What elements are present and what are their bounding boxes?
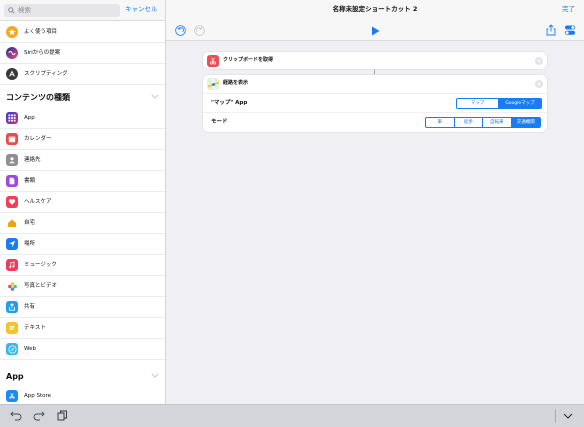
segment-google-maps[interactable]: Googleマップ: [499, 99, 541, 108]
sidebar-item-music[interactable]: ミュージック: [0, 255, 165, 276]
sidebar-item-location[interactable]: 場所: [0, 234, 165, 255]
sidebar-item-label: 連絡先: [24, 157, 41, 163]
sidebar-item-app[interactable]: App: [0, 108, 165, 129]
document-icon: [6, 175, 18, 187]
scripting-icon: [6, 68, 18, 80]
sidebar-item-app-store[interactable]: App Store: [0, 386, 165, 404]
sidebar-item-photos[interactable]: 写真とビデオ: [0, 276, 165, 297]
action-header: 経路を表示: [203, 75, 547, 92]
action-header: クリップボードを取得: [203, 52, 547, 69]
shortcut-title[interactable]: 名称未設定ショートカット 2: [166, 5, 584, 13]
mode-segmented-control: 車 徒歩 自転車 交通機関: [425, 117, 541, 128]
section-title: コンテンツの種類: [6, 93, 70, 102]
sidebar-item-contacts[interactable]: 連絡先: [0, 150, 165, 171]
chevron-down-icon: [151, 373, 159, 378]
segment-transit[interactable]: 交通機関: [511, 118, 540, 127]
sidebar-item-scripting[interactable]: スクリプティング: [0, 64, 165, 85]
action-connector: [374, 69, 375, 74]
sidebar-item-calendar[interactable]: カレンダー: [0, 129, 165, 150]
photos-icon: [6, 280, 18, 292]
scissors-icon: [207, 55, 219, 67]
cancel-button[interactable]: キャンセル: [125, 5, 158, 13]
content-types-section-header[interactable]: コンテンツの種類: [0, 86, 165, 108]
sidebar-item-home[interactable]: 自宅: [0, 213, 165, 234]
sidebar-item-siri-suggestions[interactable]: Siriからの提案: [0, 43, 165, 64]
sidebar-item-label: 共有: [24, 304, 36, 310]
action-show-directions[interactable]: 経路を表示 "マップ" App マップ Googleマップ モード 車 徒歩 自…: [203, 75, 547, 132]
calendar-icon: [6, 133, 18, 145]
parameter-label: "マップ" App: [211, 100, 248, 106]
app-section-header[interactable]: App: [0, 365, 165, 387]
star-icon: [6, 26, 18, 38]
sidebar-item-label: よく使う項目: [24, 29, 58, 35]
segment-bicycle[interactable]: 自転車: [483, 118, 512, 127]
sidebar-item-health[interactable]: ヘルスケア: [0, 192, 165, 213]
sidebar-item-documents[interactable]: 書類: [0, 171, 165, 192]
undo-icon[interactable]: [10, 410, 22, 421]
keyboard-shortcut-bar: [0, 404, 584, 427]
sidebar-item-label: Siriからの提案: [24, 50, 61, 56]
share-icon[interactable]: [546, 24, 556, 36]
location-icon: [6, 238, 18, 250]
close-icon[interactable]: [535, 56, 543, 65]
heart-icon: [6, 196, 18, 208]
app-store-icon: [6, 390, 18, 402]
redo-icon[interactable]: [33, 410, 45, 421]
settings-toggles-icon[interactable]: [564, 24, 576, 36]
mode-parameter: モード 車 徒歩 自転車 交通機関: [203, 112, 547, 131]
music-icon: [6, 259, 18, 271]
chevron-down-icon: [151, 94, 159, 99]
divider: [555, 409, 556, 423]
play-icon[interactable]: [370, 25, 380, 36]
sidebar-item-label: Web: [24, 346, 36, 352]
search-input[interactable]: 検索: [4, 4, 120, 17]
done-button[interactable]: 完了: [562, 5, 575, 13]
undo-icon[interactable]: [175, 25, 186, 36]
sidebar-item-label: ミュージック: [24, 262, 57, 268]
app-grid-icon: [6, 112, 18, 124]
segment-walk[interactable]: 徒歩: [455, 118, 483, 127]
sidebar-item-label: App: [24, 115, 35, 121]
sidebar-item-label: 書類: [24, 178, 36, 184]
share-icon: [6, 301, 18, 313]
sidebar-search-bar: 検索 キャンセル: [0, 0, 165, 21]
action-title: クリップボードを取得: [223, 57, 274, 63]
sidebar-item-label: テキスト: [24, 325, 46, 331]
search-icon: [8, 7, 15, 14]
close-icon[interactable]: [535, 79, 543, 88]
paste-icon[interactable]: [57, 410, 68, 421]
sidebar-item-label: 写真とビデオ: [24, 283, 58, 289]
sidebar-item-label: App Store: [24, 393, 52, 399]
sidebar-item-share[interactable]: 共有: [0, 297, 165, 318]
sidebar-item-label: スクリプティング: [24, 71, 68, 77]
siri-icon: [6, 47, 18, 59]
action-title: 経路を表示: [223, 80, 249, 86]
maps-icon: [207, 78, 219, 90]
segment-maps[interactable]: マップ: [457, 99, 499, 108]
maps-app-parameter: "マップ" App マップ Googleマップ: [203, 93, 547, 112]
action-get-clipboard[interactable]: クリップボードを取得: [203, 52, 547, 69]
parameter-label: モード: [211, 119, 228, 125]
redo-icon[interactable]: [194, 25, 205, 36]
sidebar-item-favorites[interactable]: よく使う項目: [0, 22, 165, 43]
contacts-icon: [6, 154, 18, 166]
search-placeholder: 検索: [18, 6, 31, 14]
segment-drive[interactable]: 車: [426, 118, 455, 127]
safari-icon: [6, 343, 18, 355]
hide-keyboard-icon[interactable]: [563, 413, 573, 419]
sidebar-item-label: 自宅: [24, 220, 36, 226]
maps-app-segmented-control: マップ Googleマップ: [456, 98, 542, 109]
sidebar-item-text[interactable]: テキスト: [0, 318, 165, 339]
sidebar: 検索 キャンセル よく使う項目 Siriからの提案 スクリプティング コンテンツ…: [0, 0, 166, 404]
sidebar-item-label: カレンダー: [24, 136, 52, 142]
editor-toolbar: 名称未設定ショートカット 2 完了: [166, 0, 584, 41]
text-icon: [6, 322, 18, 334]
sidebar-item-label: 場所: [24, 241, 36, 247]
section-title: App: [6, 372, 24, 381]
home-icon: [6, 217, 18, 229]
sidebar-item-web[interactable]: Web: [0, 339, 165, 360]
sidebar-item-label: ヘルスケア: [24, 199, 52, 205]
